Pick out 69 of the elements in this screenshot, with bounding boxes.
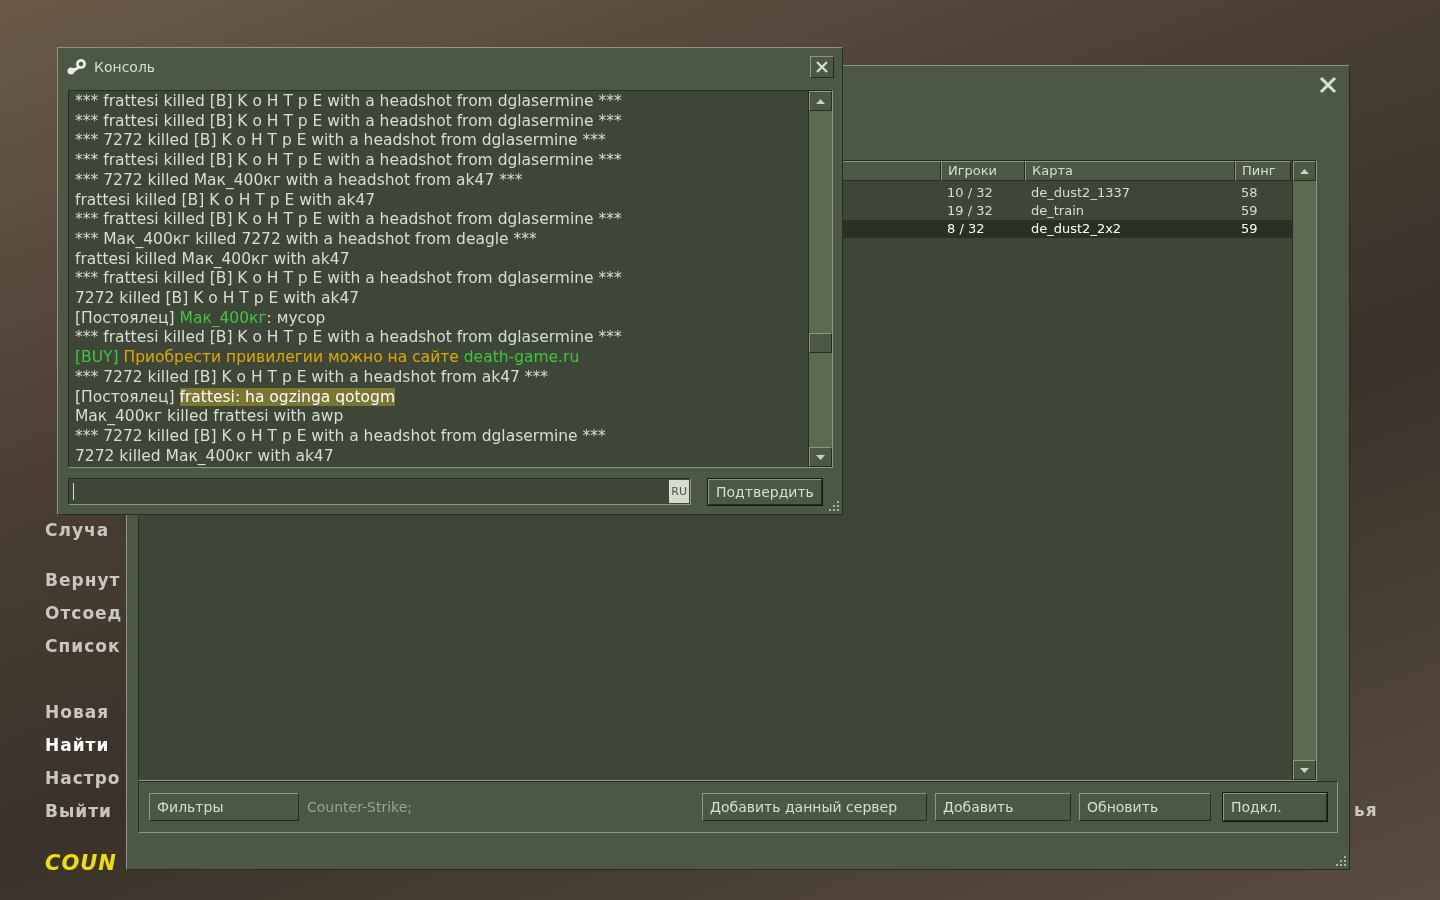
column-header[interactable]: Карта xyxy=(1025,161,1235,181)
console-line: frattesi killed [B] K o H T p E with ak47 xyxy=(75,190,377,211)
menu-item[interactable]: Новая xyxy=(45,700,123,724)
menu-item[interactable]: Настро xyxy=(45,766,123,790)
console-line: *** 7272 killed [B] K o H T p E with a headshot from ak47 *** xyxy=(75,367,550,388)
close-icon xyxy=(815,60,829,74)
close-icon xyxy=(1319,76,1337,94)
game-logo: COUN xyxy=(45,850,117,877)
console-line: *** frattesi killed [B] K o H T p E with a headshot from dglasermine *** xyxy=(75,111,623,132)
action-button[interactable]: Добавить xyxy=(935,793,1071,821)
language-indicator: RU xyxy=(669,480,689,503)
window-title: Консоль xyxy=(94,57,157,77)
menu-item[interactable]: Отсоед xyxy=(45,601,123,625)
steam-logo-icon xyxy=(66,58,88,76)
table-cell-text: de_dust2_1337 xyxy=(1030,184,1131,202)
resize-grip-icon xyxy=(1336,856,1346,866)
menu-item[interactable]: Вернут xyxy=(45,568,123,592)
console-line: Мак_400кг killed frattesi with awp xyxy=(75,407,345,427)
scroll-up-icon xyxy=(1300,168,1309,174)
console-line: *** frattesi killed [B] K o H T p E with a headshot from dglasermine *** xyxy=(75,151,623,171)
console-line: *** Мак_400кг killed 7272 with a headshot from deagle *** xyxy=(75,229,538,250)
console-line: *** 7272 killed Мак_400кг with a headshot from ak47 *** xyxy=(75,170,524,191)
console-line: *** frattesi killed [B] K o H T p E with a headshot from dglasermine *** xyxy=(75,92,623,112)
console-line: 7272 killed [B] K o H T p E with ak47 xyxy=(75,289,361,309)
resize-grip-icon xyxy=(829,501,839,511)
scroll-thumb[interactable] xyxy=(809,333,832,353)
menu-item[interactable]: ья xyxy=(1354,798,1378,824)
column-header[interactable]: Игроки xyxy=(941,161,1025,181)
console-line: *** frattesi killed [B] K o H T p E with a headshot from dglasermine *** xyxy=(75,328,623,349)
filter-button[interactable]: Фильтры xyxy=(149,793,299,821)
table-cell-text: de_train xyxy=(1030,202,1085,220)
scroll-down-icon xyxy=(816,454,825,460)
console-line: *** 7272 killed [B] K o H T p E with a headshot from dglasermine *** xyxy=(75,426,607,447)
action-button[interactable]: Обновить xyxy=(1079,793,1211,821)
table-cell-text: 19 / 32 xyxy=(946,202,994,220)
scroll-up-button[interactable] xyxy=(1293,161,1316,181)
command-input-field[interactable]: RU xyxy=(68,478,691,505)
scroll-up-button[interactable] xyxy=(809,91,832,111)
filter-summary: Counter-Strike; xyxy=(307,797,414,817)
submit-button[interactable]: Подтвердить xyxy=(708,478,822,505)
table-cell-text: 58 xyxy=(1240,184,1259,202)
menu-item[interactable]: Случа xyxy=(45,518,123,542)
console-line: *** frattesi killed [B] K o H T p E with a headshot from dglasermine *** xyxy=(75,269,623,290)
close-button[interactable] xyxy=(1317,74,1339,96)
console-line: [BUY] Приобрести привилегии можно на сайте death-game.ru xyxy=(75,348,581,368)
scrollbar[interactable] xyxy=(808,91,832,467)
scroll-down-button[interactable] xyxy=(809,447,832,467)
scroll-down-icon xyxy=(1300,767,1309,773)
scrollbar[interactable] xyxy=(1292,161,1316,780)
menu-item[interactable]: Найти xyxy=(45,733,123,757)
console-line: [Постоялец] Мак_400кг: мусор xyxy=(75,308,327,329)
scroll-down-button[interactable] xyxy=(1293,760,1316,780)
scroll-up-icon xyxy=(816,98,825,104)
table-cell-text: 59 xyxy=(1240,202,1259,220)
console-line: *** 7272 killed [B] K o H T p E with a headshot from dglasermine *** xyxy=(75,131,607,152)
action-button[interactable]: Подкл. xyxy=(1223,793,1327,821)
menu-item[interactable]: Список xyxy=(45,634,123,658)
menu-item[interactable]: Выйти xyxy=(45,799,123,823)
table-cell-text: de_dust2_2x2 xyxy=(1030,220,1123,238)
console-line: 7272 killed Мак_400кг with ak47 xyxy=(75,446,335,467)
table-cell-text: 10 / 32 xyxy=(946,184,994,202)
console-line: [Постоялец] frattesi: ha ogzinga qotogm xyxy=(75,387,396,408)
close-button[interactable] xyxy=(810,56,834,78)
column-header[interactable]: Пинг xyxy=(1235,161,1291,181)
table-cell-text: 59 xyxy=(1240,220,1259,238)
console-line: frattesi killed Мак_400кг with ak47 xyxy=(75,249,351,270)
table-cell-text: 8 / 32 xyxy=(946,220,986,238)
action-button[interactable]: Добавить данный сервер xyxy=(702,793,927,821)
console-line: *** frattesi killed [B] K o H T p E with a headshot from dglasermine *** xyxy=(75,210,623,230)
